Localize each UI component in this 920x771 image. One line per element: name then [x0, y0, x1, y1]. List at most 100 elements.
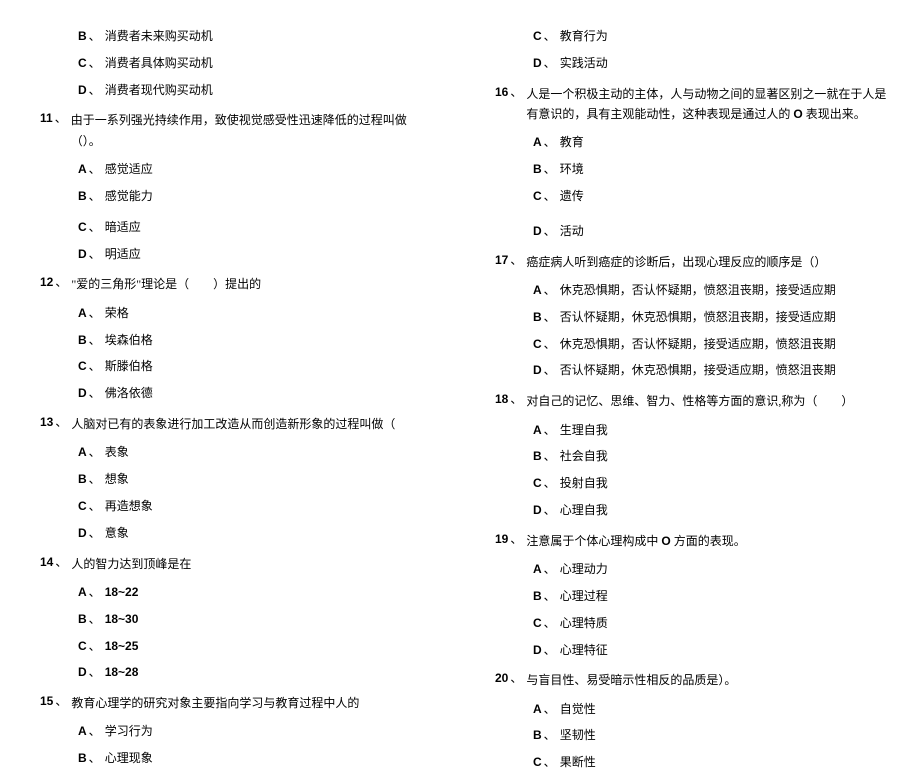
option-text: 教育行为 — [560, 28, 608, 45]
question-text: 注意属于个体心理构成中 O 方面的表现。 — [526, 531, 890, 551]
option-text: 表象 — [105, 444, 129, 461]
option-letter: B — [78, 28, 87, 45]
option-text: 18~25 — [105, 638, 139, 655]
question-text: "爱的三角形"理论是（ ）提出的 — [71, 274, 435, 294]
option-row: C、休克恐惧期，否认怀疑期，接受适应期，愤怒沮丧期 — [485, 336, 890, 353]
option-row: A、心理动力 — [485, 561, 890, 578]
option-text: 明适应 — [105, 246, 141, 263]
option-text: 18~22 — [105, 584, 139, 601]
option-letter: D — [533, 642, 542, 659]
option-text: 休克恐惧期，否认怀疑期，愤怒沮丧期，接受适应期 — [560, 282, 836, 299]
option-row: A、学习行为 — [30, 723, 435, 740]
question-17: 17、癌症病人听到癌症的诊断后，出现心理反应的顺序是（） — [485, 252, 890, 272]
question-text: 由于一系列强光持续作用，致使视觉感受性迅速降低的过程叫做（）。 — [71, 110, 435, 151]
question-text: 人是一个积极主动的主体，人与动物之间的显著区别之一就在于人是有意识的，具有主观能… — [526, 84, 890, 125]
question-number: 17 — [495, 252, 508, 269]
option-letter: A — [78, 305, 87, 322]
option-row: C、教育行为 — [485, 28, 890, 45]
option-row: D、意象 — [30, 525, 435, 542]
option-row: B、心理过程 — [485, 588, 890, 605]
option-letter: D — [78, 246, 87, 263]
option-letter: D — [533, 502, 542, 519]
option-letter: B — [533, 727, 542, 744]
option-letter: C — [78, 498, 87, 515]
question-number: 18 — [495, 391, 508, 408]
option-text: 社会自我 — [560, 448, 608, 465]
option-letter: D — [533, 223, 542, 240]
option-text: 学习行为 — [105, 723, 153, 740]
option-row: B、心理现象 — [30, 750, 435, 767]
option-row: D、消费者现代购买动机 — [30, 82, 435, 99]
option-text: 活动 — [560, 223, 584, 240]
option-text: 佛洛依德 — [105, 385, 153, 402]
question-13: 13、人脑对已有的表象进行加工改造从而创造新形象的过程叫做（ — [30, 414, 435, 434]
option-text: 意象 — [105, 525, 129, 542]
option-row: C、再造想象 — [30, 498, 435, 515]
option-letter: D — [78, 82, 87, 99]
option-letter: B — [78, 471, 87, 488]
left-column: B、消费者未来购买动机 C、消费者具体购买动机 D、消费者现代购买动机 11、由… — [30, 28, 460, 631]
option-text: 生理自我 — [560, 422, 608, 439]
option-text: 心理现象 — [105, 750, 153, 767]
question-12: 12、"爱的三角形"理论是（ ）提出的 — [30, 274, 435, 294]
option-letter: A — [78, 723, 87, 740]
option-row: A、教育 — [485, 134, 890, 151]
question-number: 16 — [495, 84, 508, 101]
option-row: A、自觉性 — [485, 701, 890, 718]
option-letter: A — [78, 161, 87, 178]
option-text: 果断性 — [560, 754, 596, 771]
option-text: 18~28 — [105, 664, 139, 681]
option-row: D、实践活动 — [485, 55, 890, 72]
option-letter: A — [533, 282, 542, 299]
option-letter: B — [78, 188, 87, 205]
option-row: B、18~30 — [30, 611, 435, 628]
option-letter: A — [78, 584, 87, 601]
option-row: A、感觉适应 — [30, 161, 435, 178]
question-number: 15 — [40, 693, 53, 710]
option-row: B、社会自我 — [485, 448, 890, 465]
option-row: A、表象 — [30, 444, 435, 461]
question-number: 20 — [495, 670, 508, 687]
question-number: 14 — [40, 554, 53, 571]
option-letter: C — [78, 219, 87, 236]
option-row: D、18~28 — [30, 664, 435, 681]
option-letter: C — [533, 28, 542, 45]
option-row: B、否认怀疑期，休克恐惧期，愤怒沮丧期，接受适应期 — [485, 309, 890, 326]
option-row: A、18~22 — [30, 584, 435, 601]
question-15: 15、教育心理学的研究对象主要指向学习与教育过程中人的 — [30, 693, 435, 713]
right-column: C、教育行为 D、实践活动 16、人是一个积极主动的主体，人与动物之间的显著区别… — [460, 28, 890, 631]
option-text: 坚韧性 — [560, 727, 596, 744]
option-letter: C — [533, 754, 542, 771]
question-text: 教育心理学的研究对象主要指向学习与教育过程中人的 — [71, 693, 435, 713]
option-row: C、消费者具体购买动机 — [30, 55, 435, 72]
option-letter: A — [533, 701, 542, 718]
option-text: 埃森伯格 — [105, 332, 153, 349]
option-row: B、感觉能力 — [30, 188, 435, 205]
option-letter: D — [533, 362, 542, 379]
option-text: 心理过程 — [560, 588, 608, 605]
option-row: B、环境 — [485, 161, 890, 178]
option-text: 心理特征 — [560, 642, 608, 659]
option-text: 感觉适应 — [105, 161, 153, 178]
option-text: 再造想象 — [105, 498, 153, 515]
option-text: 教育 — [560, 134, 584, 151]
question-14: 14、人的智力达到顶峰是在 — [30, 554, 435, 574]
option-letter: D — [78, 664, 87, 681]
option-letter: C — [78, 638, 87, 655]
question-text: 人的智力达到顶峰是在 — [71, 554, 435, 574]
option-text: 消费者现代购买动机 — [105, 82, 213, 99]
option-text: 实践活动 — [560, 55, 608, 72]
option-text: 环境 — [560, 161, 584, 178]
question-19: 19、注意属于个体心理构成中 O 方面的表现。 — [485, 531, 890, 551]
option-letter: B — [533, 588, 542, 605]
option-row: B、坚韧性 — [485, 727, 890, 744]
question-18: 18、对自己的记忆、思维、智力、性格等方面的意识,称为（ ） — [485, 391, 890, 411]
option-row: C、投射自我 — [485, 475, 890, 492]
question-number: 12 — [40, 274, 53, 291]
option-letter: B — [533, 309, 542, 326]
question-text: 与盲目性、易受暗示性相反的品质是）。 — [526, 670, 890, 690]
option-row: C、18~25 — [30, 638, 435, 655]
option-text: 斯滕伯格 — [105, 358, 153, 375]
option-letter: A — [533, 134, 542, 151]
option-letter: C — [533, 615, 542, 632]
